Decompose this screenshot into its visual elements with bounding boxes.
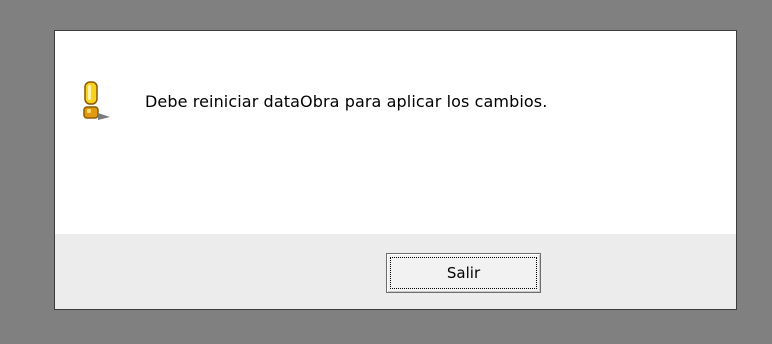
- screen-backdrop: Debe reiniciar dataObra para aplicar los…: [0, 0, 772, 344]
- salir-button-label: Salir: [390, 257, 537, 289]
- dialog-message: Debe reiniciar dataObra para aplicar los…: [145, 92, 548, 111]
- dialog-button-bar: Salir: [55, 234, 736, 309]
- dialog-message-area: Debe reiniciar dataObra para aplicar los…: [55, 31, 736, 234]
- warning-icon: [79, 80, 115, 122]
- message-dialog: Debe reiniciar dataObra para aplicar los…: [54, 30, 737, 310]
- salir-button[interactable]: Salir: [386, 253, 541, 293]
